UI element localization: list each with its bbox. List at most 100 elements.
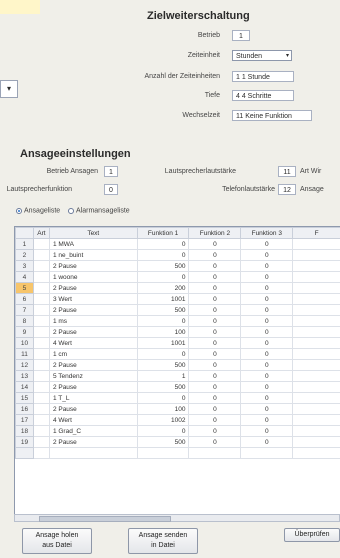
cell-f3[interactable]: 0: [240, 249, 294, 261]
cell-f[interactable]: [292, 436, 340, 448]
cell-f3[interactable]: 0: [240, 403, 294, 415]
table-row[interactable]: 52 Pause 200 0 0: [15, 282, 340, 294]
ansage-grid[interactable]: Art Text Funktion 1 Funktion 2 Funktion …: [14, 226, 340, 516]
cell-f3[interactable]: 0: [240, 370, 294, 382]
cell-f3[interactable]: 0: [240, 315, 294, 327]
cell-f2[interactable]: 0: [188, 370, 242, 382]
cell-f2[interactable]: 0: [188, 293, 242, 305]
ansage-lautfunk-field[interactable]: 0: [104, 184, 118, 195]
cell-f1[interactable]: 0: [136, 392, 190, 404]
row-number[interactable]: 16: [15, 403, 34, 415]
table-row[interactable]: 19 2 Pause 500 0 0: [15, 436, 340, 448]
row-number[interactable]: 17: [15, 414, 34, 426]
cell-f2[interactable]: 0: [188, 425, 242, 437]
cell-art[interactable]: [32, 348, 50, 360]
cell-text[interactable]: 2 Pause: [48, 381, 138, 393]
row-number[interactable]: [15, 447, 34, 459]
ziel-zeiteinheit-select[interactable]: Stunden ▾: [232, 50, 292, 61]
table-row[interactable]: 17 4 Wert 1002 0 0: [15, 414, 340, 426]
row-number[interactable]: 1: [15, 238, 34, 250]
cell-f[interactable]: [292, 326, 340, 338]
cell-f1[interactable]: 1001: [136, 337, 190, 349]
cell-f1[interactable]: 100: [136, 326, 190, 338]
cell-text[interactable]: 2 Pause: [48, 282, 138, 294]
cell-f3[interactable]: 0: [240, 293, 294, 305]
cell-f1[interactable]: 0: [136, 315, 190, 327]
cell-f[interactable]: [292, 304, 340, 316]
cell-f[interactable]: [292, 238, 340, 250]
cell-art[interactable]: [32, 403, 50, 415]
row-number[interactable]: 9: [15, 326, 34, 338]
cell-art[interactable]: [32, 337, 50, 349]
row-number[interactable]: 15: [15, 392, 34, 404]
cell-f1[interactable]: 500: [136, 381, 190, 393]
row-number[interactable]: 2: [15, 249, 34, 261]
table-row[interactable]: 18 1 Grad_C 0 0 0: [15, 425, 340, 437]
cell-text[interactable]: 1 T_L: [48, 392, 138, 404]
cell-f3[interactable]: [240, 447, 294, 459]
table-row[interactable]: 63 Wert 1001 0 0: [15, 293, 340, 305]
table-row[interactable]: 15 1 T_L 0 0 0: [15, 392, 340, 404]
cell-f3[interactable]: 0: [240, 392, 294, 404]
cell-f1[interactable]: 500: [136, 304, 190, 316]
table-row[interactable]: 14 2 Pause 500 0 0: [15, 381, 340, 393]
table-row[interactable]: 12 2 Pause 500 0 0: [15, 359, 340, 371]
grid-horizontal-scrollbar[interactable]: [14, 514, 340, 522]
cell-art[interactable]: [32, 260, 50, 272]
row-number[interactable]: 10: [15, 337, 34, 349]
cell-f3[interactable]: 0: [240, 414, 294, 426]
table-row[interactable]: 41 woone 0 0 0: [15, 271, 340, 283]
cell-f3[interactable]: 0: [240, 425, 294, 437]
row-number[interactable]: 18: [15, 425, 34, 437]
cell-f1[interactable]: 0: [136, 249, 190, 261]
cell-f1[interactable]: 500: [136, 260, 190, 272]
cell-f1[interactable]: 1001: [136, 293, 190, 305]
cell-f2[interactable]: 0: [188, 315, 242, 327]
cell-f3[interactable]: 0: [240, 381, 294, 393]
cell-f1[interactable]: 1002: [136, 414, 190, 426]
cell-f3[interactable]: 0: [240, 326, 294, 338]
cell-f3[interactable]: 0: [240, 359, 294, 371]
cell-f1[interactable]: 0: [136, 348, 190, 360]
cell-f[interactable]: [292, 337, 340, 349]
cell-text[interactable]: 1 ne_buint: [48, 249, 138, 261]
cell-f[interactable]: [292, 403, 340, 415]
row-number[interactable]: 7: [15, 304, 34, 316]
cell-art[interactable]: [32, 447, 50, 459]
cell-f3[interactable]: 0: [240, 436, 294, 448]
cell-f1[interactable]: 500: [136, 359, 190, 371]
cell-f[interactable]: [292, 381, 340, 393]
cell-art[interactable]: [32, 326, 50, 338]
table-row[interactable]: 21 ne_buint 0 0 0: [15, 249, 340, 261]
cell-art[interactable]: [32, 282, 50, 294]
cell-f[interactable]: [292, 447, 340, 459]
cell-f3[interactable]: 0: [240, 260, 294, 272]
cell-f1[interactable]: 200: [136, 282, 190, 294]
table-row[interactable]: [15, 447, 340, 459]
table-row[interactable]: 81 ms 0 0 0: [15, 315, 340, 327]
cell-art[interactable]: [32, 425, 50, 437]
table-row[interactable]: 92 Pause 100 0 0: [15, 326, 340, 338]
cell-art[interactable]: [32, 271, 50, 283]
cell-f1[interactable]: 0: [136, 238, 190, 250]
ziel-anzahl-field[interactable]: 1 1 Stunde: [232, 71, 294, 82]
cell-f2[interactable]: [188, 447, 242, 459]
cell-f1[interactable]: [136, 447, 190, 459]
cell-art[interactable]: [32, 381, 50, 393]
cell-f2[interactable]: 0: [188, 282, 242, 294]
cell-f2[interactable]: 0: [188, 414, 242, 426]
table-row[interactable]: 32 Pause 500 0 0: [15, 260, 340, 272]
cell-f2[interactable]: 0: [188, 326, 242, 338]
col-header-funktion3[interactable]: Funktion 3: [240, 227, 294, 239]
row-number[interactable]: 14: [15, 381, 34, 393]
cell-f3[interactable]: 0: [240, 348, 294, 360]
col-header-f[interactable]: F: [292, 227, 340, 239]
cell-f2[interactable]: 0: [188, 260, 242, 272]
cell-f2[interactable]: 0: [188, 238, 242, 250]
cell-f2[interactable]: 0: [188, 304, 242, 316]
cell-text[interactable]: 5 Tendenz: [48, 370, 138, 382]
row-number[interactable]: 19: [15, 436, 34, 448]
cell-f3[interactable]: 0: [240, 337, 294, 349]
cell-text[interactable]: 4 Wert: [48, 337, 138, 349]
cell-f2[interactable]: 0: [188, 271, 242, 283]
